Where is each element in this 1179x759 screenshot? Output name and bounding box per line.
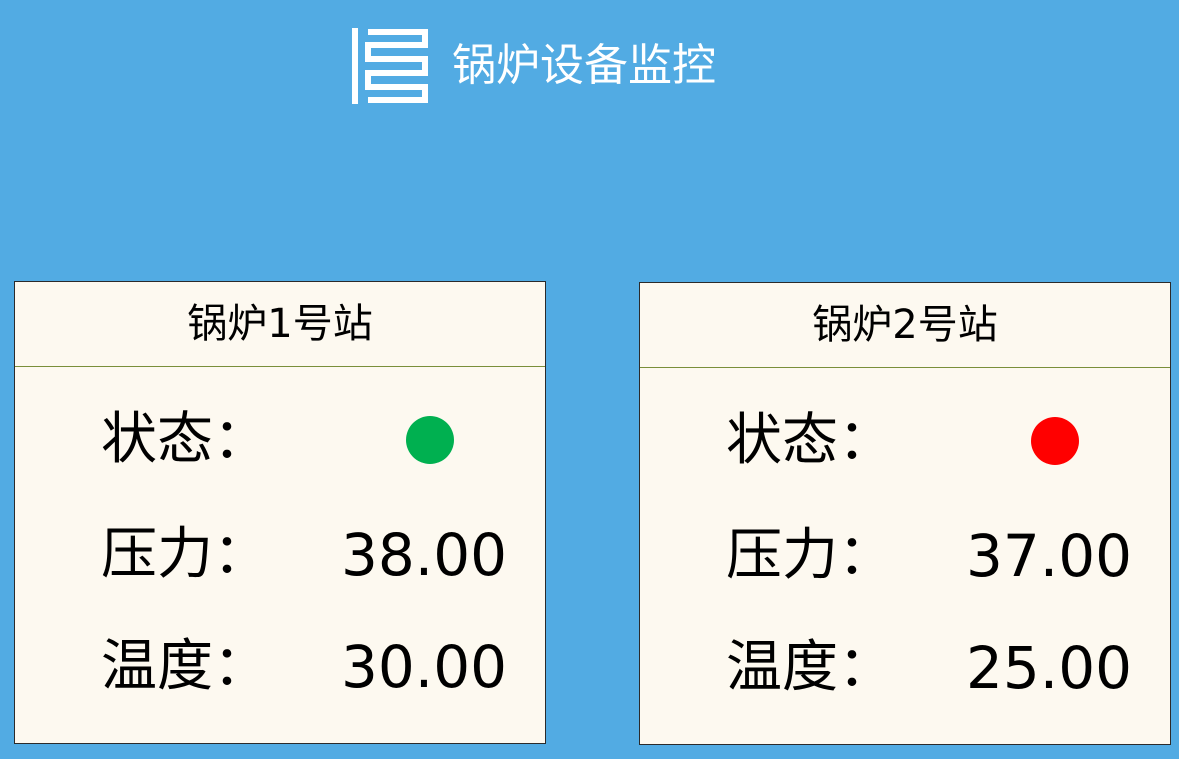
station-title: 锅炉1号站	[15, 282, 545, 367]
boiler-coil-icon	[352, 28, 428, 104]
pressure-label: 压力：	[726, 523, 894, 588]
app-header: 锅炉设备监控	[352, 26, 716, 106]
pressure-value: 38.00	[340, 521, 507, 589]
status-indicator	[1031, 417, 1079, 465]
status-indicator	[406, 416, 454, 464]
temperature-row: 温度： 30.00	[15, 627, 545, 707]
pressure-row: 压力： 38.00	[15, 515, 545, 595]
station-card-2: 锅炉2号站 状态： 压力： 37.00 温度： 25.00	[639, 282, 1171, 745]
station-card-1: 锅炉1号站 状态： 压力： 38.00 温度： 30.00	[14, 281, 546, 744]
status-row: 状态：	[640, 401, 1170, 481]
temperature-label: 温度：	[101, 634, 269, 699]
pressure-label: 压力：	[101, 522, 269, 587]
temperature-value: 30.00	[340, 633, 507, 701]
station-title: 锅炉2号站	[640, 283, 1170, 368]
temperature-value: 25.00	[965, 634, 1132, 702]
status-label: 状态：	[101, 407, 269, 472]
temperature-row: 温度： 25.00	[640, 628, 1170, 708]
pressure-row: 压力： 37.00	[640, 516, 1170, 596]
pressure-value: 37.00	[965, 522, 1132, 590]
status-row: 状态：	[15, 400, 545, 480]
temperature-label: 温度：	[726, 635, 894, 700]
status-label: 状态：	[726, 408, 894, 473]
page-title: 锅炉设备监控	[452, 40, 716, 91]
